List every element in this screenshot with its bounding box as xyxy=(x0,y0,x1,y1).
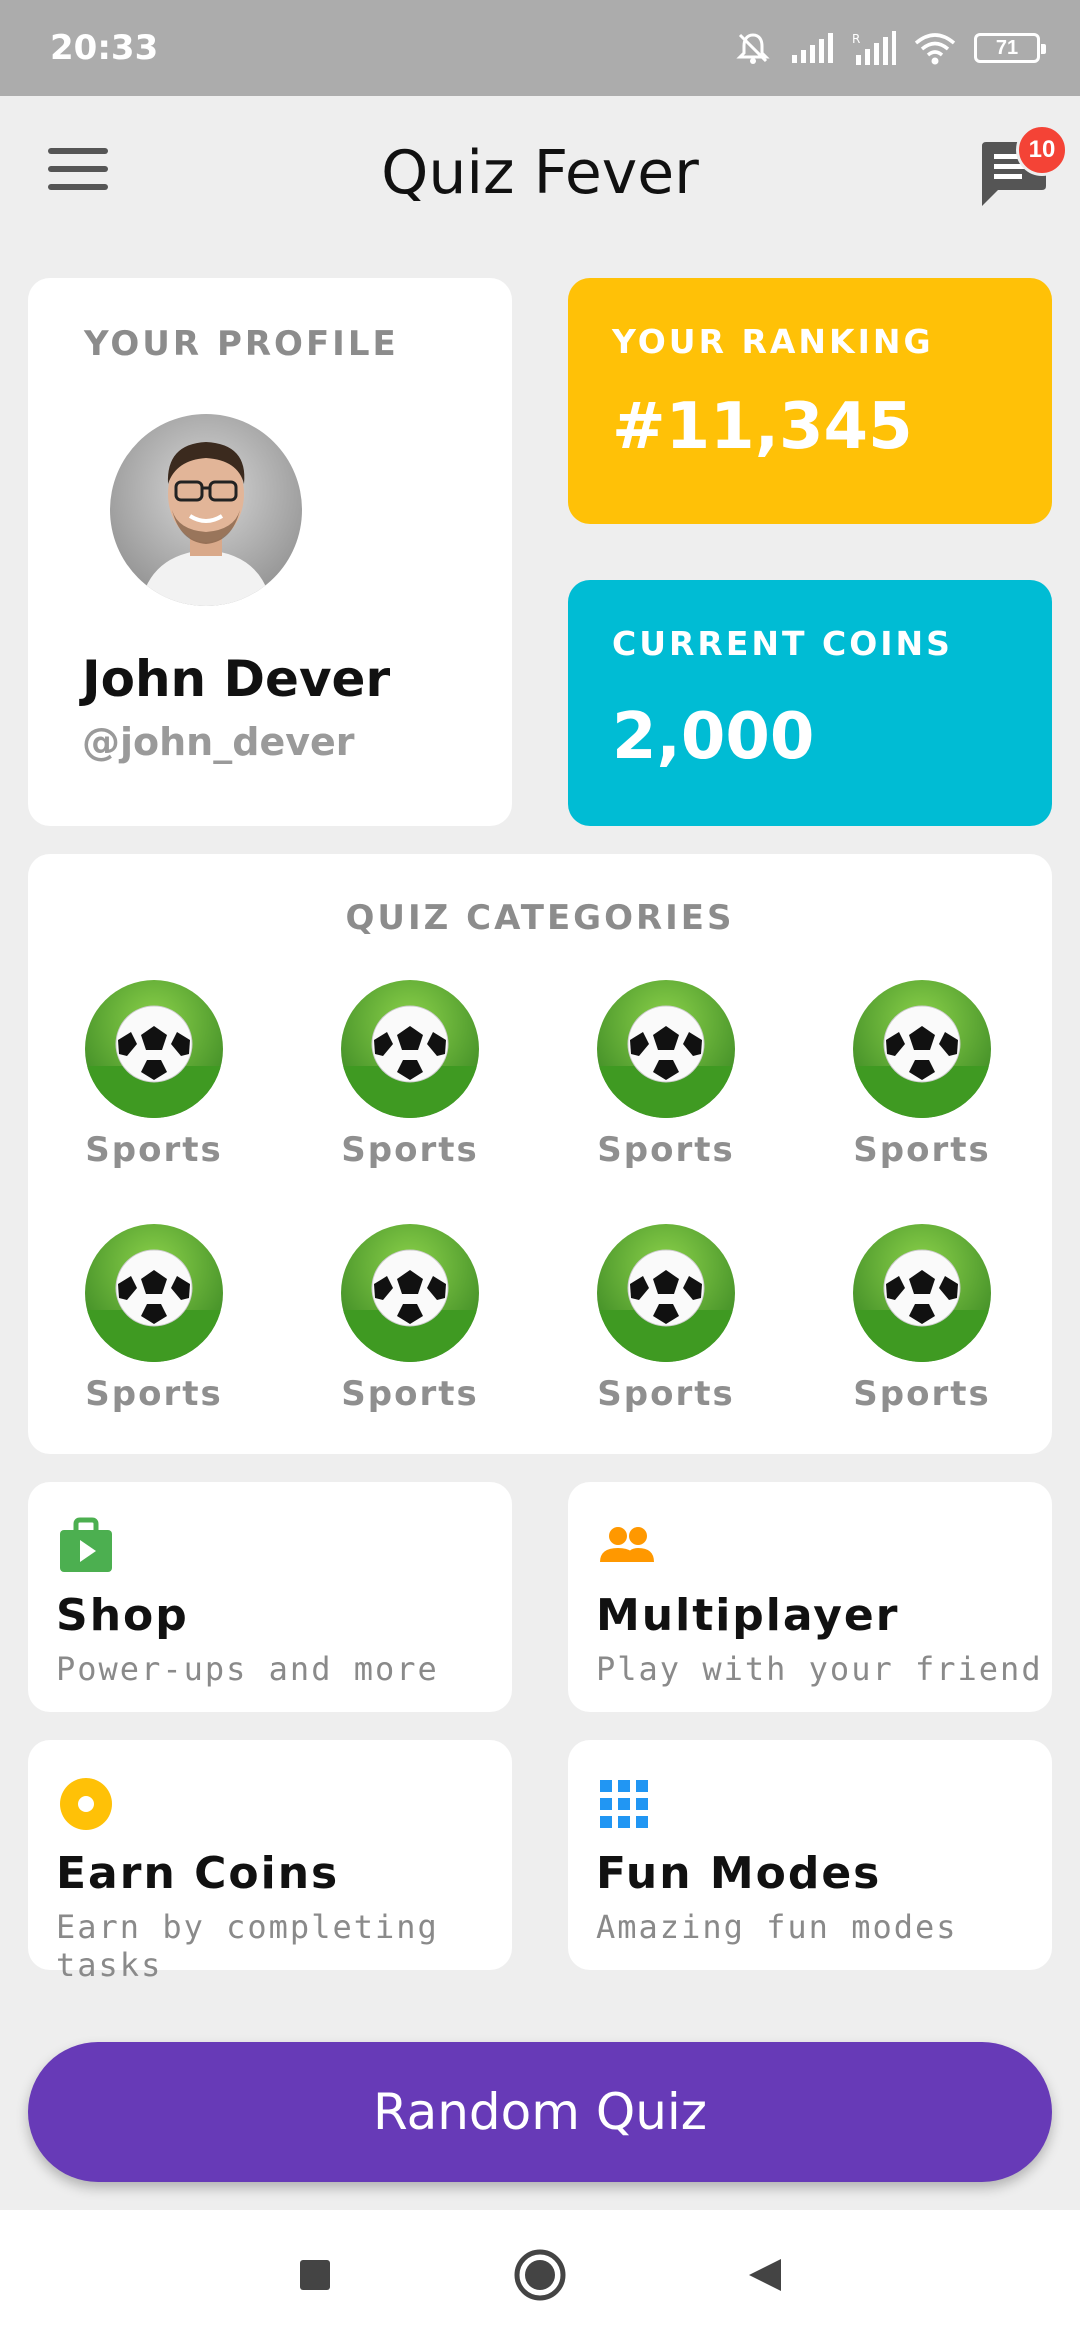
coin-icon xyxy=(60,1778,112,1830)
category-item[interactable]: Sports xyxy=(64,1224,244,1414)
soccer-ball-icon xyxy=(597,1224,735,1362)
multiplayer-subtitle: Play with your friend xyxy=(596,1650,1043,1688)
category-item[interactable]: Sports xyxy=(64,980,244,1170)
category-item[interactable]: Sports xyxy=(320,980,500,1170)
category-label: Sports xyxy=(85,1130,223,1170)
square-icon xyxy=(300,2260,330,2290)
soccer-ball-icon xyxy=(85,1224,223,1362)
soccer-ball-icon xyxy=(853,980,991,1118)
category-item[interactable]: Sports xyxy=(832,1224,1012,1414)
category-label: Sports xyxy=(853,1130,991,1170)
soccer-ball-icon xyxy=(85,980,223,1118)
coins-label: CURRENT COINS xyxy=(612,624,953,663)
shop-card[interactable]: Shop Power-ups and more xyxy=(28,1482,512,1712)
svg-text:R: R xyxy=(852,32,860,46)
mute-bell-icon xyxy=(736,33,770,64)
random-quiz-button[interactable]: Random Quiz xyxy=(28,2042,1052,2182)
ranking-card[interactable]: YOUR RANKING #11,345 xyxy=(568,278,1052,524)
multiplayer-title: Multiplayer xyxy=(596,1590,900,1641)
categories-title: QUIZ CATEGORIES xyxy=(345,898,735,938)
coins-value: 2,000 xyxy=(612,700,815,774)
category-item[interactable]: Sports xyxy=(832,980,1012,1170)
app-title: Quiz Fever xyxy=(381,138,699,208)
category-label: Sports xyxy=(853,1374,991,1414)
recents-button[interactable] xyxy=(280,2210,350,2340)
category-label: Sports xyxy=(341,1130,479,1170)
earn-coins-card[interactable]: Earn Coins Earn by completing tasks xyxy=(28,1740,512,1984)
signal-icon xyxy=(792,33,833,63)
signal-roaming-icon: R xyxy=(852,31,896,65)
profile-label: YOUR PROFILE xyxy=(84,324,399,364)
fun-modes-card[interactable]: Fun Modes Amazing fun modes xyxy=(568,1740,1052,1970)
fun-modes-title: Fun Modes xyxy=(596,1848,882,1899)
status-bar: 20:33 R 71 xyxy=(0,0,1080,96)
home-button[interactable] xyxy=(505,2210,575,2340)
profile-card[interactable]: YOUR PROFILE John Dever @john_dever xyxy=(28,278,512,826)
soccer-ball-icon xyxy=(341,1224,479,1362)
fun-modes-subtitle: Amazing fun modes xyxy=(596,1908,958,1946)
notification-badge[interactable]: 10 xyxy=(1016,124,1068,176)
app-bar: Quiz Fever 10 xyxy=(0,96,1080,246)
ranking-value: #11,345 xyxy=(612,390,913,464)
battery-icon: 71 xyxy=(974,33,1046,63)
soccer-ball-icon xyxy=(341,980,479,1118)
avatar[interactable] xyxy=(110,414,302,606)
categories-card: QUIZ CATEGORIES Sports Sports Sports Sports… xyxy=(28,854,1052,1454)
earn-coins-title: Earn Coins xyxy=(56,1848,340,1899)
category-label: Sports xyxy=(341,1374,479,1414)
status-icons: R 71 xyxy=(734,28,1046,68)
category-label: Sports xyxy=(597,1374,735,1414)
category-label: Sports xyxy=(85,1374,223,1414)
category-item[interactable]: Sports xyxy=(576,1224,756,1414)
soccer-ball-icon xyxy=(853,1224,991,1362)
shop-subtitle: Power-ups and more xyxy=(56,1650,439,1688)
category-label: Sports xyxy=(597,1130,735,1170)
earn-coins-subtitle: Earn by completing tasks xyxy=(56,1908,439,1984)
soccer-ball-icon xyxy=(597,980,735,1118)
battery-level: 71 xyxy=(995,36,1019,59)
coins-card[interactable]: CURRENT COINS 2,000 xyxy=(568,580,1052,826)
system-nav-bar xyxy=(0,2210,1080,2340)
grid-icon xyxy=(600,1780,648,1828)
wifi-icon xyxy=(914,33,956,65)
back-button[interactable] xyxy=(730,2210,800,2340)
people-icon xyxy=(600,1527,654,1562)
circle-home-icon xyxy=(514,2249,566,2301)
shop-title: Shop xyxy=(56,1590,189,1641)
triangle-back-icon xyxy=(749,2259,781,2291)
category-item[interactable]: Sports xyxy=(576,980,756,1170)
ranking-label: YOUR RANKING xyxy=(612,322,934,361)
shop-bag-icon xyxy=(60,1517,112,1572)
profile-handle: @john_dever xyxy=(82,720,355,764)
category-item[interactable]: Sports xyxy=(320,1224,500,1414)
status-time: 20:33 xyxy=(50,28,159,68)
multiplayer-card[interactable]: Multiplayer Play with your friend xyxy=(568,1482,1052,1712)
profile-name: John Dever xyxy=(82,650,391,708)
